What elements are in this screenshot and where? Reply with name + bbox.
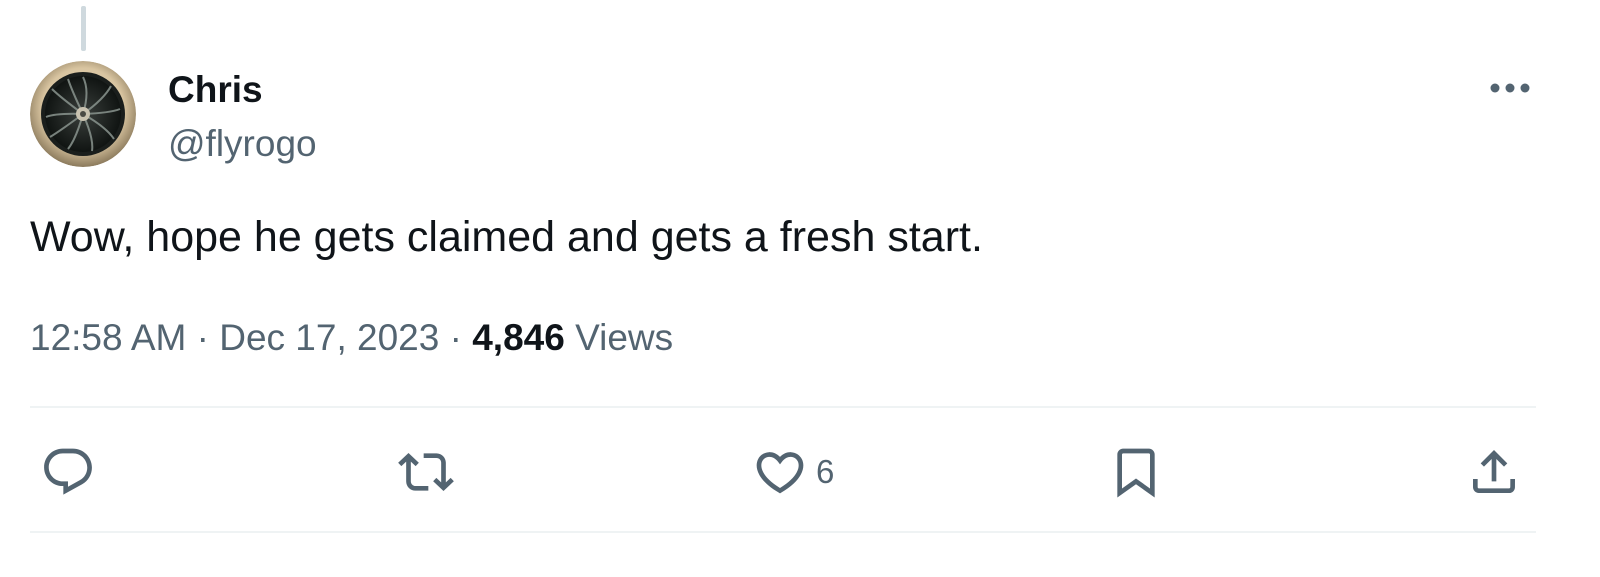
display-name[interactable]: Chris [168, 68, 263, 112]
jet-engine-avatar-icon [30, 61, 136, 167]
bookmark-icon [1117, 448, 1155, 498]
meta-separator: · [196, 317, 209, 358]
tweet-metadata: 12:58 AM · Dec 17, 2023 · 4,846 Views [30, 315, 673, 361]
reply-button[interactable] [40, 444, 96, 500]
more-dots-icon [1490, 83, 1530, 93]
share-button[interactable] [1466, 444, 1522, 500]
like-count: 6 [816, 453, 835, 490]
avatar[interactable] [30, 61, 136, 167]
retweet-button[interactable] [398, 444, 454, 500]
divider [30, 531, 1536, 533]
meta-separator: · [449, 317, 462, 358]
tweet-time[interactable]: 12:58 AM [30, 317, 186, 358]
thread-connector-line [81, 6, 86, 51]
heart-icon [756, 452, 804, 494]
tweet-date[interactable]: Dec 17, 2023 [219, 317, 439, 358]
views-label: Views [575, 317, 674, 358]
retweet-icon [398, 453, 454, 491]
like-button[interactable]: 6 [752, 444, 834, 500]
more-options-button[interactable] [1484, 70, 1536, 106]
tweet-text: Wow, hope he gets claimed and gets a fre… [30, 213, 983, 261]
share-icon [1473, 450, 1515, 493]
views-count: 4,846 [472, 317, 565, 358]
divider [30, 406, 1536, 408]
reply-icon [44, 448, 92, 495]
bookmark-button[interactable] [1108, 444, 1164, 500]
user-handle[interactable]: @flyrogo [168, 122, 317, 166]
